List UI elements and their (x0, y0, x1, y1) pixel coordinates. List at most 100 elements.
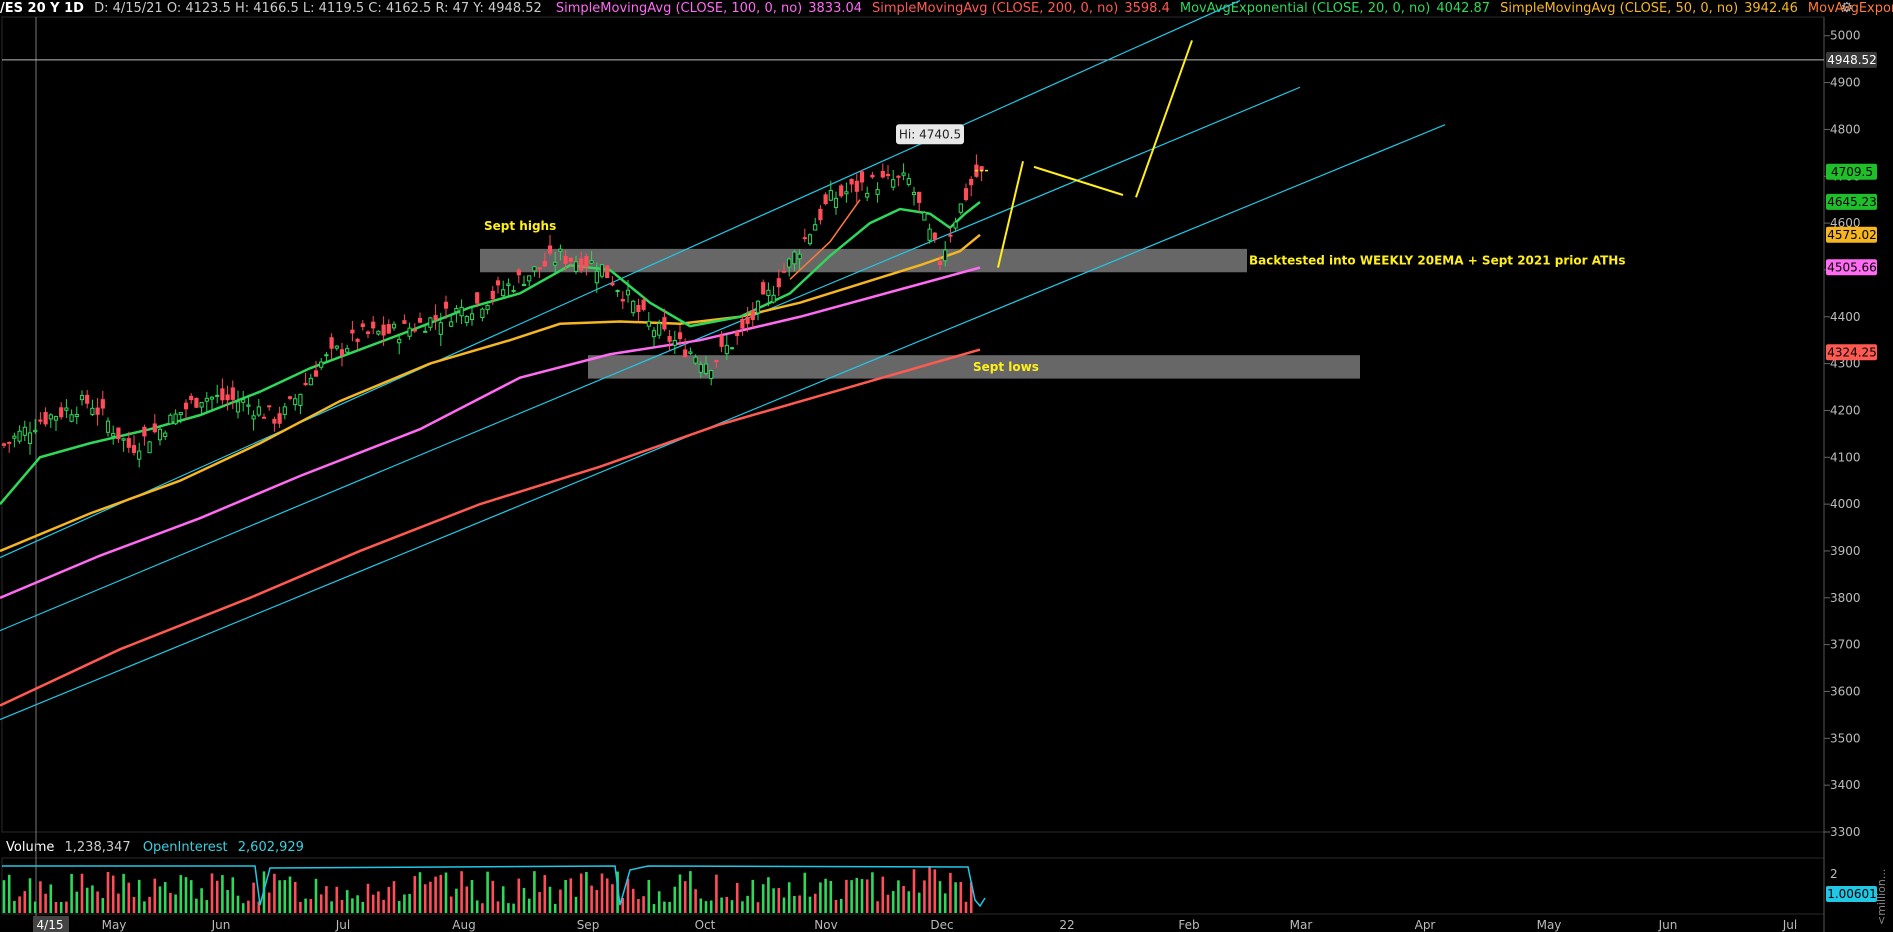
volume-bar (637, 898, 640, 913)
candle-body (433, 315, 438, 321)
volume-bar (429, 881, 432, 913)
candle-body (875, 189, 880, 195)
volume-bar (678, 874, 682, 913)
volume-bar (174, 894, 177, 913)
volume-bar (85, 887, 89, 913)
volume-bar (221, 875, 224, 913)
price-chart[interactable]: 5000490048004700460045004400430042004100… (0, 0, 1893, 932)
candle-body (256, 406, 261, 416)
y-tick-label: 4200 (1830, 403, 1861, 417)
candle-body (911, 191, 917, 195)
candle-body (33, 429, 38, 433)
volume-bar (413, 876, 417, 913)
candle-body (771, 294, 776, 303)
volume-bar (917, 892, 921, 913)
candle-body (121, 438, 126, 441)
volume-bar (876, 901, 879, 913)
candle-body (657, 322, 662, 336)
candle-body (948, 234, 953, 237)
price-label: 4505.66 (1827, 260, 1877, 274)
candle-body (142, 426, 147, 437)
candle-body (350, 329, 355, 334)
x-tick-label: Apr (1415, 918, 1436, 932)
candle-body (131, 445, 137, 453)
candle-body (53, 416, 59, 421)
volume-bar (642, 896, 645, 913)
volume-bar (80, 873, 84, 913)
candle-body (64, 407, 69, 411)
volume-bar (330, 901, 333, 913)
volume-bar (304, 898, 307, 913)
volume-bar (647, 879, 651, 913)
candle-body (287, 396, 293, 399)
x-tick-label: 4/15 (37, 918, 64, 932)
candle-body (781, 270, 787, 273)
volume-bar (179, 875, 183, 913)
volume-bar (101, 898, 105, 913)
x-tick-label: May (102, 918, 127, 932)
candle-body (241, 399, 246, 403)
volume-bar (252, 882, 255, 913)
volume-bar (195, 898, 198, 913)
candle-body (189, 395, 194, 401)
x-tick-label: 22 (1059, 918, 1074, 932)
volume-bar (143, 901, 146, 913)
candle-body (553, 261, 558, 266)
candle-body (267, 405, 272, 408)
candle-body (901, 172, 906, 176)
candle-body (282, 406, 287, 415)
candle-body (313, 370, 319, 377)
volume-bar (345, 890, 349, 913)
sma-200-line (0, 348, 981, 707)
candle-body (943, 249, 948, 262)
candle-body (594, 270, 599, 284)
volume-bar (158, 886, 162, 913)
candle-body (797, 253, 802, 260)
candle-body (152, 423, 157, 433)
volume-bar (845, 879, 848, 913)
volume-unit: <million... (1875, 869, 1888, 925)
candle-body (454, 308, 459, 313)
candle-body (272, 418, 277, 424)
candle-body (485, 305, 490, 311)
volume-bar (501, 886, 505, 913)
candle-body (828, 189, 833, 201)
volume-bar (569, 878, 573, 913)
candle-body (688, 351, 693, 354)
candle-body (625, 289, 631, 296)
candle-body (615, 289, 620, 292)
volume-bar (23, 891, 27, 913)
x-tick-label: Jun (211, 918, 231, 932)
volume-bar (605, 878, 609, 913)
x-tick-label: May (1537, 918, 1562, 932)
candle-body (599, 264, 605, 277)
volume-bar (117, 893, 120, 913)
volume-bar (933, 869, 937, 913)
y-tick-label: 3700 (1830, 638, 1861, 652)
candle-body (173, 413, 178, 425)
y-tick-label: 4000 (1830, 497, 1861, 511)
candle-body (963, 188, 969, 200)
volume-bar (309, 898, 313, 913)
volume-bar (200, 888, 203, 913)
candle-body (324, 354, 329, 357)
candle-body (449, 321, 454, 327)
volume-bar (75, 891, 79, 913)
volume-bar (241, 903, 245, 913)
candle-body (339, 349, 345, 356)
candle-body (490, 290, 495, 300)
candle-body (381, 324, 386, 336)
x-tick-label: Feb (1178, 918, 1199, 932)
volume-bar (631, 888, 635, 913)
candle-body (38, 419, 43, 422)
price-label: 4709.5 (1831, 165, 1873, 179)
volume-bar (741, 901, 744, 913)
x-tick-label: Jul (1782, 918, 1797, 932)
candle-body (724, 344, 729, 355)
volume-bar (673, 886, 677, 913)
candle-body (662, 317, 667, 330)
volume-bar (267, 892, 271, 913)
candle-body (360, 323, 365, 328)
volume-bar (585, 871, 588, 913)
candle-body (521, 283, 527, 286)
